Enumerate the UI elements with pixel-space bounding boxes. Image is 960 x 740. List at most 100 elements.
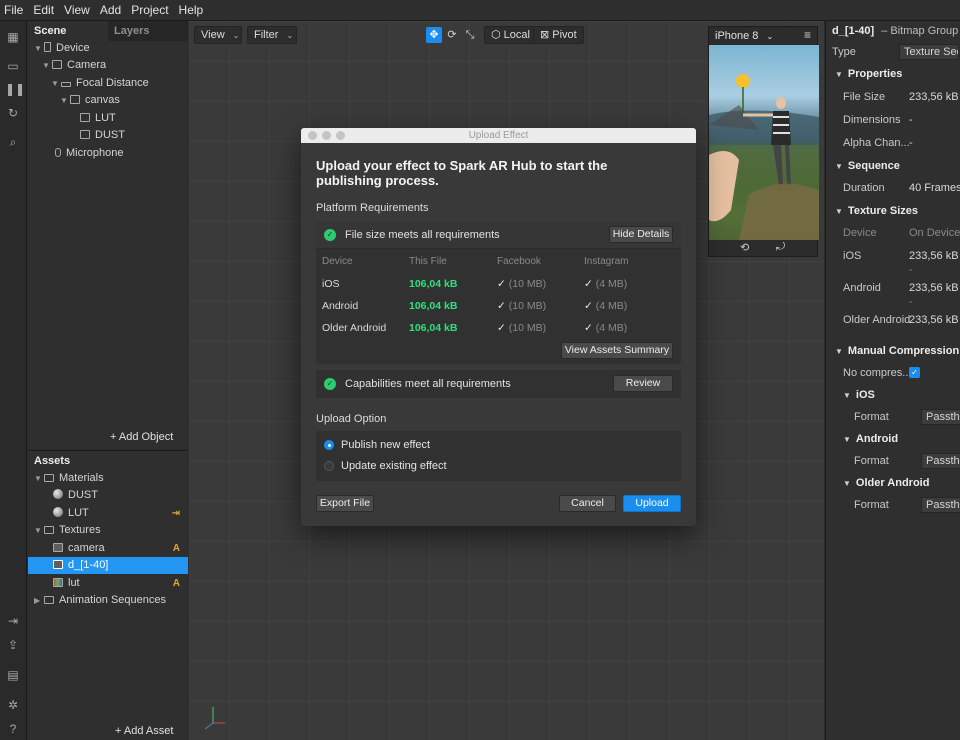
refresh-icon[interactable]: ↻ [5, 105, 21, 121]
menu-project[interactable]: Project [131, 3, 168, 17]
section-android-compression[interactable]: ▼ Android [843, 428, 898, 451]
camera-icon [52, 60, 62, 69]
pivot-toggle[interactable]: ⊠ Pivot [533, 26, 584, 44]
local-toggle[interactable]: ⬡ Local [484, 26, 537, 44]
ios-format-dropdown[interactable]: Passthro [921, 409, 960, 425]
tab-layers[interactable]: Layers [108, 21, 188, 41]
properties-panel: d_[1-40] – Bitmap Group Type Texture Seq… [825, 21, 960, 740]
menu-add[interactable]: Add [100, 3, 121, 17]
flip-camera-icon[interactable]: ⟲ [740, 241, 749, 254]
no-compression-label: No compres... [843, 367, 912, 379]
bug-icon[interactable]: ✲ [5, 697, 21, 713]
device-dropdown[interactable]: iPhone 8 ⌄ [715, 29, 773, 44]
plus-icon: + [110, 431, 119, 443]
view-dropdown[interactable]: View ⌄ [194, 26, 242, 44]
asset-folder-animation-sequences[interactable]: ▶ Animation Sequences [34, 592, 184, 609]
folder-icon [44, 526, 54, 534]
asset-texture-camera[interactable]: camera A [53, 540, 188, 557]
ios-format-label: Format [854, 411, 889, 423]
tree-item-camera[interactable]: ▼ Camera [42, 57, 106, 74]
help-icon[interactable]: ? [5, 721, 21, 737]
warning-badge: A [172, 543, 180, 554]
section-manual-compression[interactable]: ▼ Manual Compression [835, 340, 959, 363]
close-window-icon[interactable] [308, 131, 317, 140]
asset-folder-materials[interactable]: ▼ Materials [34, 470, 184, 487]
material-sphere-icon [53, 507, 63, 517]
view-assets-summary-button[interactable]: View Assets Summary [561, 342, 673, 359]
pause-icon[interactable]: ❚❚ [5, 81, 25, 97]
asset-material-lut[interactable]: LUT ⇥ [53, 505, 188, 522]
triangle-down-icon: ▼ [835, 347, 843, 356]
success-check-icon: ✓ [324, 229, 336, 241]
menu-help[interactable]: Help [179, 3, 204, 17]
asset-name: d_[1-40] [832, 25, 875, 37]
asset-material-dust[interactable]: DUST [53, 487, 188, 504]
triangle-down-icon: ▼ [835, 162, 843, 171]
cancel-button[interactable]: Cancel [559, 495, 616, 512]
check-icon: ✓ [497, 278, 506, 290]
warning-badge: A [172, 578, 180, 589]
rotate-device-icon[interactable]: ⤾ [776, 241, 785, 254]
type-dropdown[interactable]: Texture Sequ [899, 44, 959, 60]
platform-requirements-title: Platform Requirements [316, 202, 429, 214]
menu-view[interactable]: View [64, 3, 90, 17]
menu-file[interactable]: File [4, 3, 23, 17]
publish-new-option[interactable]: Publish new effect [324, 438, 524, 452]
upload-effect-dialog: Upload Effect Upload your effect to Spar… [301, 128, 696, 526]
tree-item-focal-distance[interactable]: ▼ Focal Distance [51, 75, 149, 92]
assets-panel: Assets ▼ Materials DUST LUT ⇥ ▼ Textures c… [28, 450, 188, 740]
microphone-icon [55, 148, 61, 157]
asset-texture-d-sequence[interactable]: d_[1-40] [28, 557, 188, 574]
check-icon: ✓ [497, 300, 506, 312]
patch-link-icon: ⇥ [171, 508, 180, 519]
preview-photo [709, 45, 819, 240]
tree-item-canvas[interactable]: ▼ canvas [60, 92, 120, 109]
dialog-title: Upload Effect [468, 130, 529, 141]
menu-icon[interactable]: ≡ [804, 28, 811, 42]
minimize-window-icon[interactable] [322, 131, 331, 140]
file-size-requirements: ✓ File size meets all requirements Hide … [316, 221, 681, 364]
properties-header: d_[1-40] – Bitmap Group [832, 25, 958, 37]
texture-icon [53, 543, 63, 552]
older-android-format-dropdown[interactable]: Passthro [921, 497, 960, 513]
android-format-dropdown[interactable]: Passthro [921, 453, 960, 469]
section-properties[interactable]: ▼ Properties [835, 63, 902, 86]
asset-folder-textures[interactable]: ▼ Textures [34, 522, 184, 539]
review-button[interactable]: Review [613, 375, 673, 392]
move-tool-icon[interactable]: ✥ [426, 27, 442, 43]
section-older-android-compression[interactable]: ▼ Older Android [843, 472, 929, 495]
asset-texture-lut[interactable]: lut A [53, 575, 188, 592]
add-object-button[interactable]: + Add Object [110, 431, 173, 443]
export-file-button[interactable]: Export File [316, 495, 374, 512]
filter-dropdown[interactable]: Filter ⌄ [247, 26, 297, 44]
menu-edit[interactable]: Edit [33, 3, 54, 17]
folder-icon[interactable]: ▤ [5, 667, 21, 683]
video-icon[interactable]: ▭ [5, 58, 21, 74]
section-ios-compression[interactable]: ▼ iOS [843, 384, 875, 407]
section-texture-sizes[interactable]: ▼ Texture Sizes [835, 200, 918, 223]
size-older-android-label: Older Android [843, 314, 911, 326]
add-asset-button[interactable]: + Add Asset [115, 725, 173, 737]
scale-tool-icon[interactable]: ⤡ [462, 27, 478, 43]
tree-item-dust[interactable]: DUST [80, 127, 125, 144]
upload-button[interactable]: Upload [623, 495, 681, 512]
alpha-channel-label: Alpha Chan... [843, 137, 910, 149]
texture-icon [53, 578, 63, 587]
share-icon[interactable]: ⇪ [5, 637, 21, 653]
tree-item-device[interactable]: ▼ Device [34, 40, 90, 57]
layout-icon[interactable]: ▦ [5, 29, 21, 45]
zoom-window-icon[interactable] [336, 131, 345, 140]
radio-selected-icon [324, 440, 334, 450]
update-existing-option[interactable]: Update existing effect [324, 459, 524, 473]
file-size-label: File Size [843, 91, 886, 103]
tree-item-microphone[interactable]: Microphone [55, 145, 123, 162]
no-compression-checkbox[interactable]: ✓ [909, 367, 920, 378]
login-icon[interactable]: ⇥ [5, 613, 21, 629]
hide-details-button[interactable]: Hide Details [609, 226, 673, 243]
tree-item-lut[interactable]: LUT [80, 110, 116, 127]
zoom-icon[interactable]: ⌕ [5, 134, 21, 150]
section-sequence[interactable]: ▼ Sequence [835, 155, 900, 178]
tab-scene[interactable]: Scene [28, 21, 108, 41]
rotate-tool-icon[interactable]: ⟳ [444, 27, 460, 43]
upload-option-group: Publish new effect Update existing effec… [316, 431, 681, 481]
